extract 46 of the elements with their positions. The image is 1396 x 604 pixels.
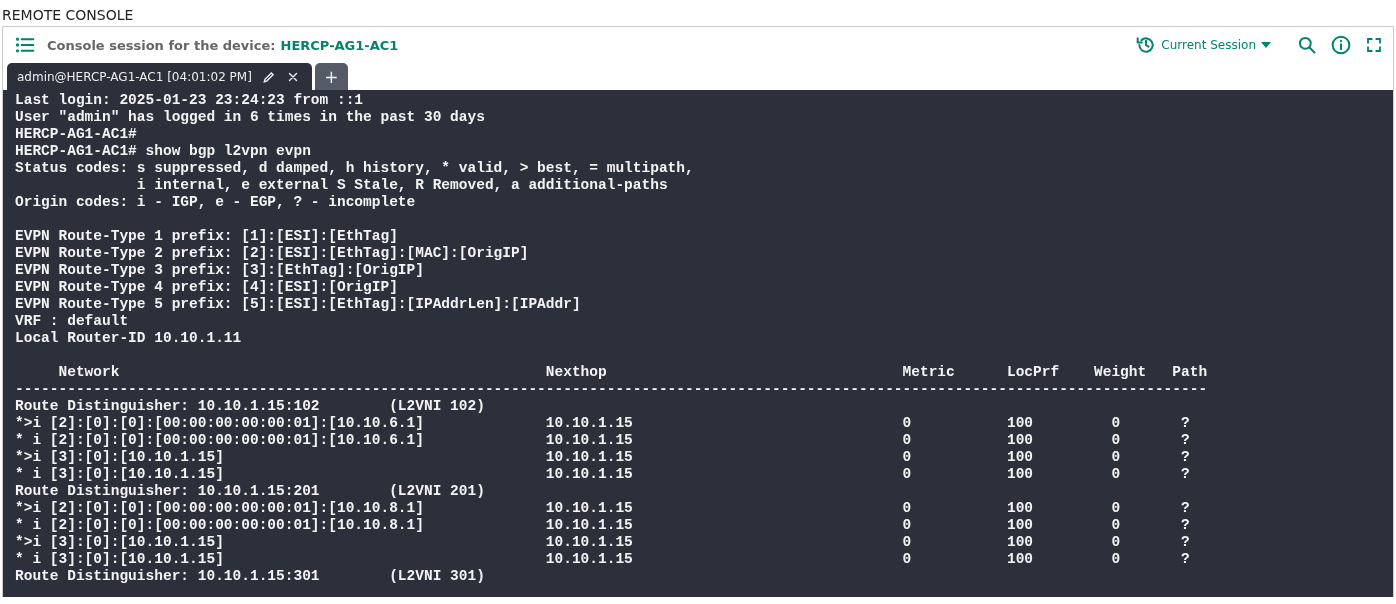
terminal-line: HERCP-AG1-AC1# show bgp l2vpn evpn (15, 143, 312, 160)
search-button[interactable] (1297, 35, 1317, 55)
terminal-line: *>i [3]:[0]:[10.10.1.15] 10.10.1.15 0 100 0 ? (15, 534, 1191, 551)
session-dropdown[interactable]: Current Session (1136, 35, 1271, 55)
history-icon (1136, 35, 1157, 55)
terminal-line: Last login: 2025-01-23 23:24:23 from ::1 (15, 92, 365, 109)
terminal-line: EVPN Route-Type 4 prefix: [4]:[ESI]:[OrigIP] (15, 279, 399, 296)
caret-icon (1261, 42, 1271, 48)
terminal-line: Network Nexthop Metric LocPrf Weight Path (57, 364, 1209, 381)
rename-button[interactable] (261, 69, 276, 84)
header-label: Console session for the device: (47, 37, 276, 53)
terminal-line: *>i [3]:[0]:[10.10.1.15] 10.10.1.15 0 100 0 ? (15, 449, 1191, 466)
terminal-line: Route Distinguisher: 10.10.1.15:102 (L2VNI 102) (15, 398, 486, 415)
new-tab-button[interactable]: + (314, 63, 348, 90)
terminal-line: * i [3]:[0]:[10.10.1.15] 10.10.1.15 0 100 0 ? (15, 551, 1191, 568)
terminal-line: Local Router-ID 10.10.1.11 (15, 330, 243, 347)
menu-button[interactable] (15, 35, 35, 55)
terminal-line: ----------------------------------------------------------------------------------------------------------------------------------------- (15, 381, 1209, 398)
terminal-line: VRF : default (15, 313, 130, 330)
terminal-line: HERCP-AG1-AC1# (15, 126, 138, 143)
terminal-line: *>i [2]:[0]:[0]:[00:00:00:00:00:01]:[10.10.6.1] 10.10.1.15 0 100 0 ? (15, 415, 1191, 432)
terminal-line: Route Distinguisher: 10.10.1.15:201 (L2VNI 201) (15, 483, 486, 500)
terminal-line: * i [2]:[0]:[0]:[00:00:00:00:00:01]:[10.10.6.1] 10.10.1.15 0 100 0 ? (15, 432, 1191, 449)
session-tab[interactable]: admin@HERCP-AG1-AC1 [04:01:02 PM] (7, 63, 312, 90)
terminal-line: EVPN Route-Type 2 prefix: [2]:[ESI]:[EthTag]:[MAC]:[OrigIP] (15, 245, 530, 262)
terminal-line: * i [3]:[0]:[10.10.1.15] 10.10.1.15 0 100 0 ? (15, 466, 1191, 483)
info-button[interactable] (1331, 35, 1351, 55)
terminal-line: *>i [2]:[0]:[0]:[00:00:00:00:00:01]:[10.10.8.1] 10.10.1.15 0 100 0 ? (15, 500, 1191, 517)
info-icon (1331, 35, 1351, 55)
search-icon (1297, 35, 1317, 55)
terminal-line: Route Distinguisher: 10.10.1.15:301 (L2VNI 301) (15, 568, 486, 585)
list-icon (15, 35, 35, 55)
terminal-line: EVPN Route-Type 3 prefix: [3]:[EthTag]:[OrigIP] (15, 262, 425, 279)
terminal-line: EVPN Route-Type 5 prefix: [5]:[ESI]:[EthTag]:[IPAddrLen]:[IPAddr] (15, 296, 582, 313)
terminal-line: User "admin" has logged in 6 times in the past 30 days (15, 109, 486, 126)
fullscreen-button[interactable] (1365, 36, 1383, 54)
terminal-line: EVPN Route-Type 1 prefix: [1]:[ESI]:[EthTag] (15, 228, 399, 245)
page-title: REMOTE CONSOLE (1, 6, 135, 25)
fullscreen-icon (1365, 36, 1383, 54)
terminal-line: * i [2]:[0]:[0]:[00:00:00:00:00:01]:[10.10.8.1] 10.10.1.15 0 100 0 ? (15, 517, 1191, 534)
tab-label: admin@HERCP-AG1-AC1 [04:01:02 PM] (17, 69, 252, 84)
terminal-line: i internal, e external S Stale, R Removed, a additional-paths (135, 177, 669, 194)
pencil-icon (261, 69, 276, 84)
terminal-line: Status codes: s suppressed, d damped, h history, * valid, > best, = multipath, (15, 160, 695, 177)
device-name: HERCP-AG1-AC1 (280, 37, 399, 53)
terminal-line: Origin codes: i - IGP, e - EGP, ? - incomplete (15, 194, 417, 211)
